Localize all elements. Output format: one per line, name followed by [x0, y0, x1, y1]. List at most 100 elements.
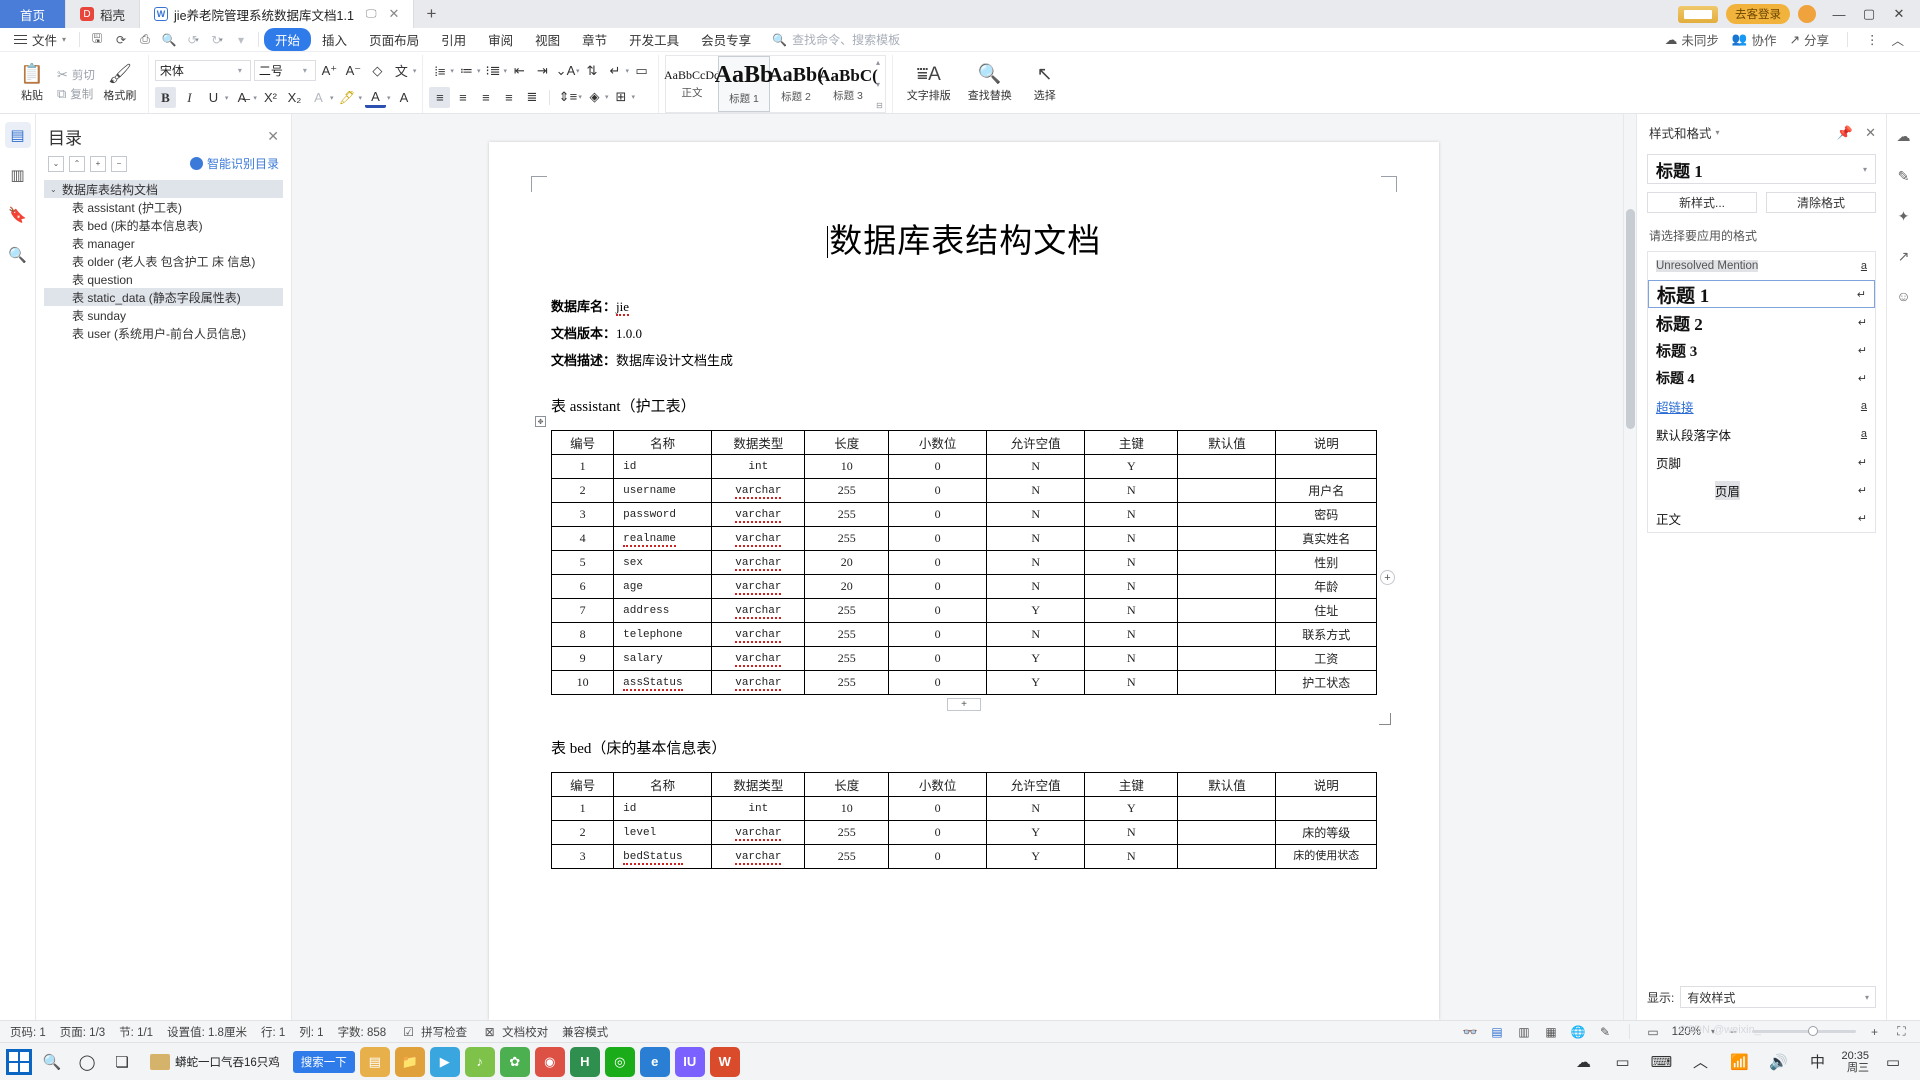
superscript-button[interactable]: X²	[260, 87, 281, 108]
idea-icon[interactable]: IU	[674, 1046, 705, 1077]
expand-all-icon[interactable]: ⌄	[48, 155, 64, 172]
page-layout-icon[interactable]: ▤	[1489, 1024, 1506, 1039]
align-left-icon[interactable]: ≡	[429, 86, 451, 108]
ribbon-tab-chapter[interactable]: 章节	[571, 28, 618, 51]
table-row[interactable]: 10 assStatus varchar 255 0 Y N 护工状态	[550, 670, 1377, 695]
chevron-down-icon[interactable]: ▾	[625, 67, 629, 75]
search-icon[interactable]: 🔍	[37, 1047, 67, 1077]
chevron-down-icon[interactable]: ▾	[413, 67, 417, 75]
minimize-button[interactable]: —	[1824, 7, 1854, 22]
underline-button[interactable]: U	[203, 87, 224, 108]
outline-view-icon[interactable]: ▥	[1516, 1024, 1533, 1039]
font-family-select[interactable]: 宋体 ▾	[154, 60, 251, 81]
format-painter-button[interactable]: 🖌 格式刷	[98, 55, 142, 113]
table-move-handle[interactable]: ✥	[535, 416, 546, 427]
close-button[interactable]: ✕	[1884, 6, 1914, 22]
clock[interactable]: 20:35 周三	[1841, 1050, 1869, 1074]
ribbon-tab-start[interactable]: 开始	[264, 28, 312, 51]
new-style-button[interactable]: 新样式...	[1647, 192, 1757, 213]
chevron-up-icon[interactable]: ▴	[876, 58, 883, 67]
section-heading-bed[interactable]: 表 bed（床的基本信息表）	[551, 737, 1377, 758]
task-view-icon[interactable]: ❏	[107, 1047, 137, 1077]
tab-home[interactable]: 首页	[0, 0, 67, 28]
ruler-icon[interactable]: ▭	[631, 61, 652, 82]
font-color-button[interactable]: A	[364, 87, 386, 108]
movie-icon[interactable]: ▶	[429, 1046, 460, 1077]
login-button[interactable]: 去客登录	[1726, 4, 1790, 24]
style-gallery-item-heading1[interactable]: AaBb 标题 1	[715, 56, 773, 112]
nav-item-older[interactable]: 表 older (老人表 包含护工 床 信息)	[44, 252, 283, 270]
customize-icon[interactable]: ▾	[229, 30, 253, 50]
document-scroll-area[interactable]: 数据库表结构文档 数据库名：jie 文档版本：1.0.0 文档描述：数据库设计文…	[292, 114, 1636, 1020]
nav-item-root[interactable]: ⌄ 数据库表结构文档	[44, 180, 283, 198]
meta-database-name[interactable]: 数据库名：jie	[551, 296, 1377, 316]
print-icon[interactable]: ⎙	[133, 30, 157, 50]
tab-document[interactable]: W jie养老院管理系统数据库文档1.1 🖵 ✕	[140, 0, 415, 28]
align-right-icon[interactable]: ≡	[475, 87, 496, 108]
chevron-up-icon[interactable]: ︿	[1685, 1047, 1715, 1077]
ribbon-tab-references[interactable]: 引用	[430, 28, 477, 51]
collapse-all-icon[interactable]: ⌃	[69, 155, 85, 172]
chevron-down-icon[interactable]: ▾	[578, 93, 582, 101]
add-row-button[interactable]: +	[947, 698, 981, 711]
wechat-icon[interactable]: ◎	[604, 1046, 635, 1077]
style-item-body[interactable]: 正文 ↵	[1648, 504, 1875, 532]
ribbon-tab-insert[interactable]: 插入	[311, 28, 358, 51]
style-item-unresolved-mention[interactable]: Unresolved Mention a	[1648, 252, 1875, 280]
italic-button[interactable]: I	[179, 87, 200, 108]
cloud-icon[interactable]: ☁	[1568, 1047, 1598, 1077]
promote-icon[interactable]: +	[90, 155, 106, 172]
table-row[interactable]: 3 bedStatus varchar 255 0 Y N 床的使用状态	[550, 844, 1377, 869]
chevron-down-icon[interactable]: ▾	[605, 93, 609, 101]
nav-item-question[interactable]: 表 question	[44, 270, 283, 288]
ie-icon[interactable]: e	[639, 1046, 670, 1077]
web-layout-icon[interactable]: ▦	[1543, 1024, 1560, 1039]
table-row[interactable]: 1 id int 10 0 N Y	[550, 796, 1377, 821]
navicat-icon[interactable]: H	[569, 1046, 600, 1077]
nav-item-sunday[interactable]: 表 sunday	[44, 306, 283, 324]
cortana-icon[interactable]: ◯	[72, 1047, 102, 1077]
volume-icon[interactable]: 🔊	[1763, 1047, 1793, 1077]
text-effect-button[interactable]: A	[308, 87, 329, 108]
close-icon[interactable]: ✕	[267, 128, 279, 145]
ribbon-tab-page-layout[interactable]: 页面布局	[358, 28, 430, 51]
smart-toc-button[interactable]: 智能识别目录	[189, 155, 279, 172]
chevron-down-icon[interactable]: ▾	[225, 94, 229, 102]
start-icon[interactable]	[6, 1048, 32, 1075]
chevron-down-icon[interactable]: ▾	[253, 94, 257, 102]
chevron-down-icon[interactable]: ⌄	[50, 185, 62, 194]
style-item-heading4[interactable]: 标题 4 ↵	[1648, 364, 1875, 392]
add-column-button[interactable]: +	[1380, 570, 1395, 585]
decrease-indent-icon[interactable]: ⇤	[509, 61, 530, 82]
sort-icon[interactable]: ⇅	[581, 61, 602, 82]
news-widget[interactable]: 蟒蛇一口气吞16只鸡	[142, 1053, 288, 1070]
collapse-ribbon-icon[interactable]: ︿	[1891, 30, 1904, 49]
paste-button[interactable]: 📋 粘贴	[10, 55, 54, 113]
document-vertical-scrollbar[interactable]	[1623, 114, 1636, 1020]
leaf-icon[interactable]: ✿	[499, 1046, 530, 1077]
wps-icon[interactable]: W	[709, 1046, 740, 1077]
demote-icon[interactable]: −	[111, 155, 127, 172]
sync-status-button[interactable]: ☁ 未同步	[1665, 30, 1719, 49]
tab-present-icon[interactable]: 🖵	[366, 8, 377, 21]
share-button[interactable]: ↗ 分享	[1789, 30, 1829, 49]
style-gallery-item-heading3[interactable]: AaBbC( 标题 3	[818, 56, 878, 112]
table-row[interactable]: 4 realname varchar 255 0 N N 真实姓名	[550, 526, 1377, 551]
chevron-down-icon[interactable]: ▾	[358, 94, 362, 102]
pinyin-guide-button[interactable]: 文	[391, 60, 412, 81]
justify-icon[interactable]: ≡	[498, 87, 519, 108]
strikethrough-button[interactable]: A̶	[231, 87, 252, 108]
status-compat-mode[interactable]: 兼容模式	[562, 1024, 608, 1040]
bullet-list-icon[interactable]: ⁞≡	[429, 61, 450, 82]
battery-icon[interactable]: ▭	[1607, 1047, 1637, 1077]
docer-cloud-icon[interactable]: ☁	[1892, 124, 1916, 148]
command-search[interactable]: 🔍 查找命令、搜索模板	[772, 31, 900, 48]
undo-cloud-icon[interactable]: ⟳	[109, 30, 133, 50]
style-gallery-item-body[interactable]: AaBbCcDd 正文	[664, 56, 720, 112]
keyboard-badge-icon[interactable]	[1678, 5, 1718, 23]
table-assistant[interactable]: 编号 名称 数据类型 长度 小数位 允许空值 主键 默认值 说明 1 id in…	[550, 430, 1377, 695]
search-icon[interactable]: 🔍	[5, 242, 31, 268]
align-center-icon[interactable]: ≡	[452, 87, 473, 108]
cursor-arrow-icon[interactable]: ↗	[1892, 244, 1916, 268]
shading-icon[interactable]: ◈	[584, 87, 605, 108]
